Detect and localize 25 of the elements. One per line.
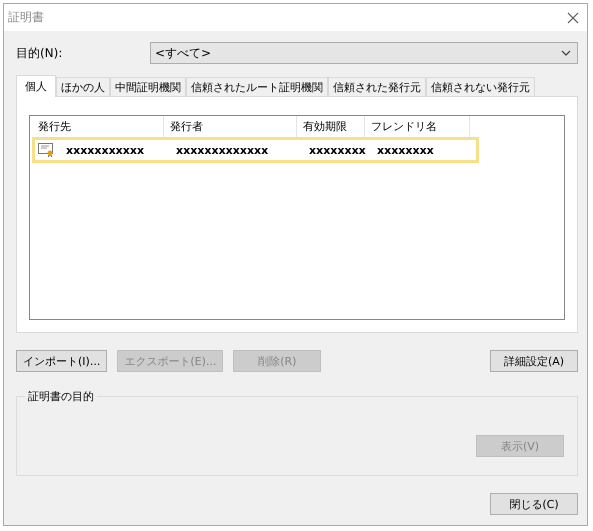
close-icon[interactable] [567, 12, 579, 24]
tab[interactable]: 信頼された発行元 [328, 77, 426, 96]
tab[interactable]: 個人 [16, 75, 56, 97]
table-cell-text: xxxxxxxxxxxxx [175, 144, 270, 156]
table-cell-text: xxxxxxxx [308, 144, 367, 156]
column-header[interactable]: 有効期限 [297, 116, 365, 137]
window-title: 証明書 [8, 9, 44, 26]
column-header[interactable]: フレンドリ名 [365, 116, 470, 137]
certificate-row[interactable]: xxxxxxxxxxx xxxxxxxxxxxxx xxxxxxxx xxxxxxxx [32, 137, 479, 163]
group-label: 証明書の目的 [25, 389, 97, 404]
advanced-button[interactable]: 詳細設定(A) [490, 350, 578, 372]
column-header[interactable]: 発行先 [32, 116, 164, 137]
tab[interactable]: 中間証明機関 [110, 77, 186, 96]
tab[interactable]: 信頼されたルート証明機関 [186, 77, 328, 96]
action-button[interactable]: インポート(I)... [16, 350, 108, 372]
tab[interactable]: 信頼されない発行元 [426, 77, 535, 96]
table-cell-text: xxxxxxxx [376, 144, 435, 156]
column-header[interactable]: 発行者 [164, 116, 297, 137]
tab[interactable]: ほかの人 [56, 77, 110, 96]
chevron-down-icon [561, 50, 571, 56]
certificate-icon [38, 143, 54, 157]
table-cell-text: xxxxxxxxxxx [65, 144, 146, 156]
close-button[interactable]: 閉じる(C) [490, 493, 578, 515]
purpose-label: 目的(N): [16, 44, 64, 62]
purpose-dropdown[interactable]: <すべて> [150, 42, 578, 64]
